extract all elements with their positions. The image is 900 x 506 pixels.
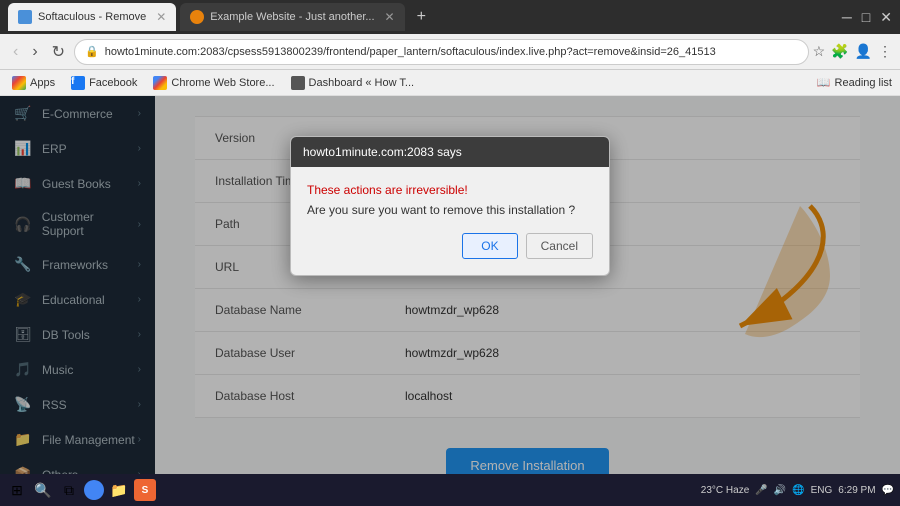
language-label: ENG xyxy=(811,485,833,496)
tab-icon-softaculous xyxy=(18,10,32,24)
apps-icon xyxy=(12,76,26,90)
reading-list[interactable]: 📖 Reading list xyxy=(817,76,892,89)
taskbar-time: 6:29 PM xyxy=(838,485,875,496)
dialog-ok-button[interactable]: OK xyxy=(462,233,517,259)
windows-start-icon[interactable]: ⊞ xyxy=(6,479,28,501)
title-bar: Softaculous - Remove ✕ Example Website -… xyxy=(0,0,900,34)
bookmarks-bar: Apps f Facebook Chrome Web Store... Dash… xyxy=(0,70,900,96)
bookmark-dashboard-label: Dashboard « How T... xyxy=(309,77,415,89)
softaculous-taskbar-icon[interactable]: S xyxy=(134,479,156,501)
nav-icons: ☆ 🧩 👤 ⋮ xyxy=(813,43,892,60)
dialog-body: These actions are irreversible! Are you … xyxy=(291,167,609,275)
bookmark-chrome[interactable]: Chrome Web Store... xyxy=(149,74,278,92)
forward-button[interactable]: › xyxy=(27,41,42,63)
explorer-taskbar-icon[interactable]: 📁 xyxy=(108,479,130,501)
refresh-button[interactable]: ↻ xyxy=(47,40,70,64)
bookmark-chrome-label: Chrome Web Store... xyxy=(171,77,274,89)
bookmark-apps[interactable]: Apps xyxy=(8,74,59,92)
close-button[interactable]: ✕ xyxy=(880,9,892,26)
bookmark-star-icon[interactable]: ☆ xyxy=(813,43,826,60)
tab-softaculous[interactable]: Softaculous - Remove ✕ xyxy=(8,3,176,31)
chrome-icon xyxy=(153,76,167,90)
address-bar[interactable]: 🔒 howto1minute.com:2083/cpsess5913800239… xyxy=(74,39,809,65)
network-icon[interactable]: 🌐 xyxy=(792,485,804,496)
dialog-title: howto1minute.com:2083 says xyxy=(303,145,462,159)
taskbar: ⊞ 🔍 ⧉ 📁 S 23°C Haze 🎤 🔊 🌐 ENG 6:29 PM 💬 xyxy=(0,474,900,506)
chrome-taskbar-icon[interactable] xyxy=(84,480,104,500)
window-controls: ─ □ ✕ xyxy=(842,9,892,26)
weather-text: 23°C Haze xyxy=(701,485,749,496)
bookmark-facebook[interactable]: f Facebook xyxy=(67,74,141,92)
tab-label-example: Example Website - Just another... xyxy=(210,11,374,23)
address-text: howto1minute.com:2083/cpsess5913800239/f… xyxy=(105,46,798,58)
minimize-button[interactable]: ─ xyxy=(842,9,852,26)
bookmark-apps-label: Apps xyxy=(30,77,55,89)
menu-icon[interactable]: ⋮ xyxy=(878,43,892,60)
mic-icon: 🎤 xyxy=(755,485,767,496)
search-taskbar-icon[interactable]: 🔍 xyxy=(32,479,54,501)
tab-icon-example xyxy=(190,10,204,24)
lock-icon: 🔒 xyxy=(85,45,99,58)
dashboard-icon xyxy=(291,76,305,90)
profile-icon[interactable]: 👤 xyxy=(855,43,872,60)
facebook-icon: f xyxy=(71,76,85,90)
dialog-buttons: OK Cancel xyxy=(307,233,593,259)
new-tab-button[interactable]: + xyxy=(409,8,434,26)
task-view-icon[interactable]: ⧉ xyxy=(58,479,80,501)
reading-list-label: Reading list xyxy=(835,77,892,89)
reading-list-icon: 📖 xyxy=(817,76,831,89)
nav-bar: ‹ › ↻ 🔒 howto1minute.com:2083/cpsess5913… xyxy=(0,34,900,70)
notification-icon[interactable]: 💬 xyxy=(882,485,894,496)
time-display: 6:29 PM xyxy=(838,485,875,496)
dialog-message: Are you sure you want to remove this ins… xyxy=(307,203,593,217)
dialog-cancel-button[interactable]: Cancel xyxy=(526,233,593,259)
bookmark-dashboard[interactable]: Dashboard « How T... xyxy=(287,74,419,92)
dialog-warning: These actions are irreversible! xyxy=(307,183,593,197)
bookmark-facebook-label: Facebook xyxy=(89,77,137,89)
tab-close-example[interactable]: ✕ xyxy=(385,10,395,24)
maximize-button[interactable]: □ xyxy=(862,9,870,26)
dialog-title-bar: howto1minute.com:2083 says xyxy=(291,137,609,167)
back-button[interactable]: ‹ xyxy=(8,41,23,63)
tab-example[interactable]: Example Website - Just another... ✕ xyxy=(180,3,404,31)
content-area: 🛒 E-Commerce › 📊 ERP › 📖 Guest Books › xyxy=(0,96,900,474)
tab-close-softaculous[interactable]: ✕ xyxy=(156,10,166,24)
taskbar-right: 23°C Haze 🎤 🔊 🌐 ENG 6:29 PM 💬 xyxy=(701,485,894,496)
dialog-overlay: howto1minute.com:2083 says These actions… xyxy=(0,96,900,474)
extensions-icon[interactable]: 🧩 xyxy=(831,43,848,60)
dialog-box: howto1minute.com:2083 says These actions… xyxy=(290,136,610,276)
volume-icon[interactable]: 🔊 xyxy=(774,485,786,496)
tab-label-softaculous: Softaculous - Remove xyxy=(38,11,146,23)
